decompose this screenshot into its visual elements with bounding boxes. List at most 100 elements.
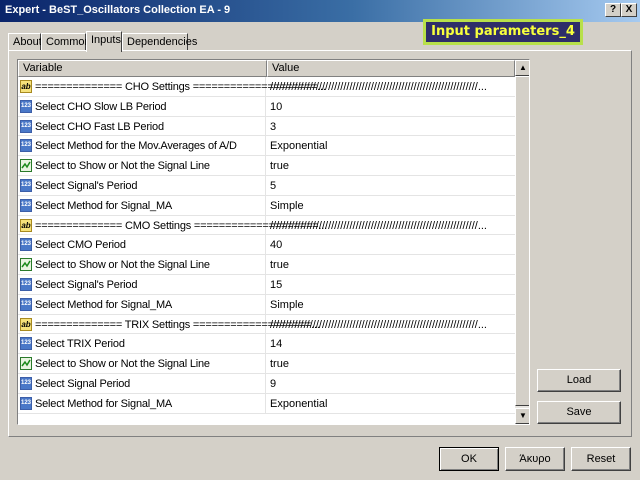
variable-cell: 123 Select Method for Signal_MA — [18, 195, 266, 215]
variable-name: Select Method for Signal_MA — [35, 298, 173, 311]
value-cell[interactable]: Exponential — [266, 136, 515, 155]
input-parameters-badge: Input parameters_4 — [423, 19, 583, 45]
table-row[interactable]: 123 Select TRIX Period 14 — [18, 334, 515, 355]
table-row[interactable]: 123 Select CMO Period 40 — [18, 235, 515, 256]
number-type-icon: 123 — [20, 297, 32, 311]
grid-header: Variable Value — [18, 60, 515, 77]
variable-name: Select to Show or Not the Signal Line — [35, 160, 210, 173]
table-row[interactable]: 123 Select Signal's Period 15 — [18, 274, 515, 295]
parameter-value: ////////////////////////////////////////… — [270, 318, 487, 331]
load-button[interactable]: Load — [537, 369, 621, 392]
value-cell[interactable]: ////////////////////////////////////////… — [266, 216, 515, 235]
value-cell[interactable]: 15 — [266, 275, 515, 294]
parameter-value: 9 — [270, 377, 277, 390]
number-type-icon: 123 — [20, 119, 32, 133]
variable-name: Select to Show or Not the Signal Line — [35, 358, 210, 371]
column-header-value[interactable]: Value — [267, 60, 515, 77]
value-cell[interactable]: 40 — [266, 235, 515, 254]
value-cell[interactable]: 10 — [266, 97, 515, 116]
parameter-value: Simple — [270, 298, 304, 311]
parameters-grid[interactable]: Variable Value ab ============== CHO Sett… — [17, 59, 530, 425]
parameter-value: 10 — [270, 100, 283, 113]
table-row[interactable]: 123 Select Method for the Mov.Averages of… — [18, 136, 515, 157]
value-cell[interactable]: Exponential — [266, 394, 515, 413]
value-cell[interactable]: 3 — [266, 117, 515, 136]
value-cell[interactable]: true — [266, 156, 515, 175]
value-cell[interactable]: Simple — [266, 196, 515, 215]
value-cell[interactable]: 5 — [266, 176, 515, 195]
variable-name: Select Signal's Period — [35, 179, 138, 192]
close-button[interactable]: X — [621, 3, 637, 17]
variable-cell: 123 Select CHO Slow LB Period — [18, 96, 266, 116]
save-button[interactable]: Save — [537, 401, 621, 424]
column-header-variable[interactable]: Variable — [18, 60, 267, 77]
string-type-icon: ab — [20, 80, 32, 93]
variable-cell: ab ============== TRIX Settings =========… — [18, 314, 320, 334]
tab-common[interactable]: Common — [41, 33, 91, 51]
table-row[interactable]: ab ============== CMO Settings ==========… — [18, 215, 515, 236]
tab-inputs[interactable]: Inputs — [86, 31, 122, 52]
window-title: Expert - BeST_Oscillators Collection EA … — [5, 4, 231, 16]
grid-rows: ab ============== CHO Settings ==========… — [18, 77, 515, 414]
tab-about[interactable]: About — [8, 33, 42, 51]
parameter-value: 14 — [270, 338, 283, 351]
scroll-down-arrow-icon[interactable]: ▼ — [515, 408, 529, 424]
value-cell[interactable]: 14 — [266, 334, 515, 353]
variable-cell: Select to Show or Not the Signal Line — [18, 255, 266, 274]
number-type-icon: 123 — [20, 198, 32, 212]
table-row[interactable]: Select to Show or Not the Signal Line tru… — [18, 354, 515, 374]
cancel-button[interactable]: Άκυρο — [505, 447, 565, 471]
variable-name: Select Signal Period — [35, 377, 131, 390]
ok-button[interactable]: OK — [439, 447, 499, 471]
bool-type-icon — [20, 357, 32, 371]
scroll-up-arrow-icon[interactable]: ▲ — [515, 60, 529, 76]
value-cell[interactable]: Simple — [266, 295, 515, 314]
value-cell[interactable]: ////////////////////////////////////////… — [266, 315, 515, 334]
value-cell[interactable]: true — [266, 255, 515, 274]
bool-type-icon — [20, 258, 32, 272]
vertical-scrollbar[interactable]: ▲ ▼ — [515, 60, 529, 424]
table-row[interactable]: Select to Show or Not the Signal Line tru… — [18, 156, 515, 176]
variable-name: Select CHO Fast LB Period — [35, 120, 164, 133]
parameter-value: ////////////////////////////////////////… — [270, 219, 487, 232]
variable-name: Select CMO Period — [35, 239, 126, 252]
parameter-value: 15 — [270, 278, 283, 291]
table-row[interactable]: 123 Select Method for Signal_MA Exponentia… — [18, 393, 515, 414]
table-row[interactable]: Select to Show or Not the Signal Line tru… — [18, 255, 515, 275]
help-button[interactable]: ? — [605, 3, 621, 17]
table-row[interactable]: ab ============== TRIX Settings =========… — [18, 314, 515, 335]
variable-name: Select Method for Signal_MA — [35, 199, 173, 212]
table-row[interactable]: 123 Select Signal Period 9 — [18, 373, 515, 394]
parameter-value: true — [270, 358, 289, 371]
value-cell[interactable]: ////////////////////////////////////////… — [266, 77, 515, 96]
value-cell[interactable]: 9 — [266, 374, 515, 393]
string-type-icon: ab — [20, 317, 32, 331]
variable-cell: 123 Select Signal's Period — [18, 175, 266, 195]
parameter-value: Exponential — [270, 140, 328, 153]
tab-dependencies[interactable]: Dependencies — [122, 33, 197, 51]
parameter-value: Simple — [270, 199, 304, 212]
table-row[interactable]: 123 Select Method for Signal_MA Simple — [18, 294, 515, 315]
value-cell[interactable]: true — [266, 354, 515, 373]
parameter-value: true — [270, 259, 289, 272]
bool-type-icon — [20, 159, 32, 173]
table-row[interactable]: ab ============== CHO Settings ==========… — [18, 77, 515, 97]
number-type-icon: 123 — [20, 337, 32, 351]
number-type-icon: 123 — [20, 376, 32, 390]
parameter-value: 5 — [270, 179, 277, 192]
variable-name: Select TRIX Period — [35, 338, 125, 351]
number-type-icon: 123 — [20, 396, 32, 410]
table-row[interactable]: 123 Select Method for Signal_MA Simple — [18, 195, 515, 216]
table-row[interactable]: 123 Select CHO Fast LB Period 3 — [18, 116, 515, 137]
variable-cell: Select to Show or Not the Signal Line — [18, 354, 266, 373]
scrollbar-thumb[interactable] — [515, 76, 529, 406]
variable-cell: 123 Select Signal Period — [18, 373, 266, 393]
variable-name: Select Signal's Period — [35, 278, 138, 291]
variable-cell: Select to Show or Not the Signal Line — [18, 156, 266, 175]
number-type-icon: 123 — [20, 238, 32, 252]
table-row[interactable]: 123 Select CHO Slow LB Period 10 — [18, 96, 515, 117]
table-row[interactable]: 123 Select Signal's Period 5 — [18, 175, 515, 196]
parameter-value: true — [270, 160, 289, 173]
variable-cell: 123 Select Signal's Period — [18, 274, 266, 294]
reset-button[interactable]: Reset — [571, 447, 631, 471]
